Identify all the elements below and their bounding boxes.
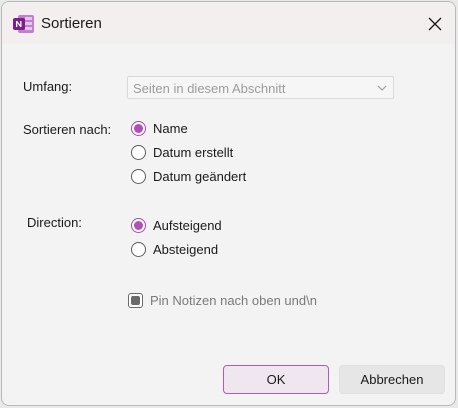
radio-direction-ascending[interactable]: Aufsteigend bbox=[131, 215, 222, 235]
radio-label: Name bbox=[153, 120, 188, 136]
sort-by-label: Sortieren nach: bbox=[23, 122, 112, 137]
scope-label: Umfang: bbox=[23, 79, 73, 94]
radio-indicator bbox=[131, 168, 146, 184]
radio-label: Datum geändert bbox=[153, 168, 247, 184]
close-button[interactable] bbox=[420, 10, 450, 38]
radio-indicator bbox=[131, 144, 146, 160]
radio-indicator bbox=[131, 120, 146, 136]
checkbox-label: Pin Notizen nach oben und\n bbox=[150, 292, 317, 308]
radio-indicator bbox=[131, 241, 146, 257]
radio-label: Aufsteigend bbox=[153, 217, 222, 233]
close-icon bbox=[428, 17, 442, 31]
cancel-button[interactable]: Abbrechen bbox=[339, 365, 445, 394]
radio-direction-descending[interactable]: Absteigend bbox=[131, 239, 218, 259]
dialog-title: Sortieren bbox=[41, 15, 102, 32]
onenote-icon bbox=[13, 14, 35, 34]
scope-dropdown-value: Seiten in diesem Abschnitt bbox=[133, 81, 286, 96]
radio-indicator bbox=[131, 217, 146, 233]
checkbox-indicator bbox=[128, 292, 143, 308]
chevron-down-icon bbox=[377, 85, 387, 91]
scope-dropdown[interactable]: Seiten in diesem Abschnitt bbox=[127, 76, 394, 99]
radio-sort-date-created[interactable]: Datum erstellt bbox=[131, 142, 233, 162]
direction-label: Direction: bbox=[27, 215, 82, 230]
sort-dialog: Sortieren Umfang: Seiten in diesem Absch… bbox=[1, 1, 456, 406]
radio-label: Absteigend bbox=[153, 241, 219, 257]
radio-sort-name[interactable]: Name bbox=[131, 118, 188, 138]
ok-button[interactable]: OK bbox=[223, 365, 329, 394]
title-bar: Sortieren bbox=[2, 2, 455, 44]
radio-label: Datum erstellt bbox=[153, 144, 234, 160]
radio-sort-date-modified[interactable]: Datum geändert bbox=[131, 166, 246, 186]
pin-notes-checkbox[interactable]: Pin Notizen nach oben und\n bbox=[128, 291, 317, 309]
